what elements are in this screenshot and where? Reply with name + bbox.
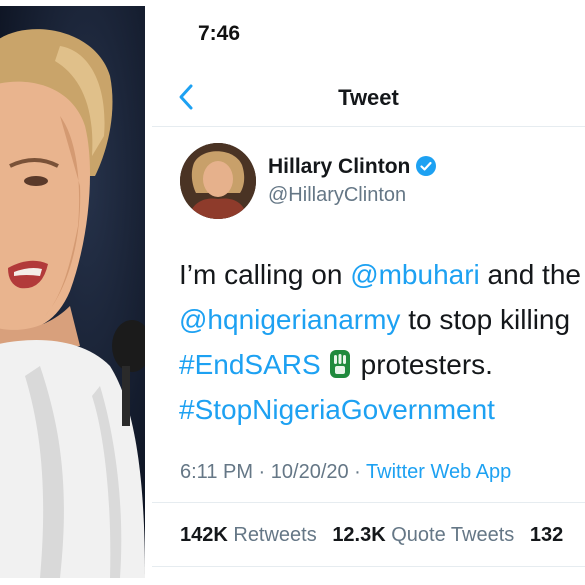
tweet-meta: 6:11 PM · 10/20/20 · Twitter Web App [180,461,511,484]
hashtag-link[interactable]: #EndSARS [179,349,321,380]
tweet-stats: 142K Retweets 12.3K Quote Tweets 132 [180,524,573,547]
speaker-photo [0,6,145,578]
tweet-screen: 7:46 Tweet Hillary Clinton @HillaryClint… [152,0,585,585]
mention-link[interactable]: @hqnigerianarmy [179,304,400,335]
display-name-text[interactable]: Hillary Clinton [268,155,410,178]
status-bar-time: 7:46 [198,22,241,45]
tweet-line-4: #StopNigeriaGovernment [179,387,585,432]
quote-tweets-count: 12.3K [332,524,386,546]
retweets-label: Retweets [227,524,317,546]
tweet-text-segment: to stop killing [400,304,571,335]
tweet-text-segment: I’m calling on [179,259,351,290]
retweets-stat[interactable]: 142K Retweets [180,524,317,546]
verified-badge-icon [416,156,437,176]
nav-bar: Tweet [152,80,585,127]
likes-stat[interactable]: 132 [530,524,563,546]
user-handle[interactable]: @HillaryClinton [268,184,406,207]
likes-count: 132 [529,524,564,546]
quote-tweets-label: Quote Tweets [385,524,515,546]
avatar[interactable] [180,143,256,219]
divider [152,566,585,567]
display-name[interactable]: Hillary Clinton [268,155,437,179]
quote-tweets-stat[interactable]: 12.3K Quote Tweets [332,524,514,546]
tweet-body: I’m calling on @mbuhari and the @hqniger… [179,252,585,432]
page-title: Tweet [338,85,399,110]
raised-fist-emoji-icon [329,350,350,378]
tweet-line-1: I’m calling on @mbuhari and the [179,252,585,297]
tweet-text-segment: protesters. [360,349,493,380]
tweet-line-3: #EndSARS protesters. [179,342,585,387]
tweet-line-2: @hqnigerianarmy to stop killing [179,297,585,342]
tweet-timestamp: 6:11 PM · 10/20/20 · [180,461,367,483]
retweets-count: 142K [180,524,228,546]
tweet-text-segment: and the [479,259,581,290]
mention-link[interactable]: @mbuhari [350,259,480,290]
hashtag-link[interactable]: #StopNigeriaGovernment [179,394,495,425]
divider [152,502,585,503]
tweet-source-link[interactable]: Twitter Web App [366,461,511,483]
